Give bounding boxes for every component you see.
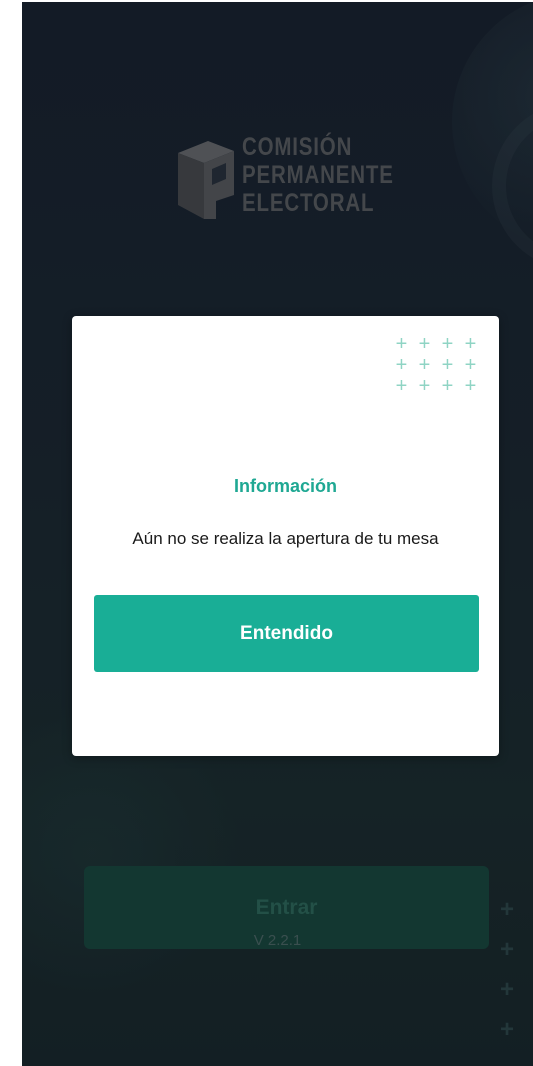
app-screen: COMISIÓN PERMANENTE ELECTORAL Entrar V 2…	[22, 2, 533, 1066]
plus-pattern-icon: + + + + + + + + + + + +	[395, 333, 477, 397]
dialog-title: Información	[233, 476, 337, 496]
dialog-message: Aún no se realiza la apertura de tu mesa	[132, 529, 439, 548]
understood-button[interactable]: Entendido	[94, 595, 479, 672]
info-dialog: + + + + + + + + + + + + Información Aún no se rea…	[72, 316, 499, 756]
